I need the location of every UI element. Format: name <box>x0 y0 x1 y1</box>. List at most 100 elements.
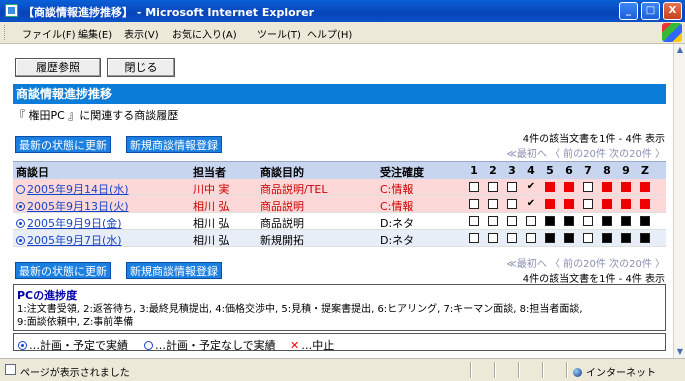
windows-logo-icon <box>662 23 682 42</box>
row-owner: 相川 弘 <box>193 217 230 230</box>
stage-number: 5 <box>546 164 554 177</box>
menu-tools[interactable]: ツール(T) <box>257 26 301 41</box>
history-button[interactable]: 履歴参照 <box>15 58 101 77</box>
status-separator <box>494 362 496 378</box>
stage-number: 8 <box>603 164 611 177</box>
pager-info-bottom: 4件の該当文書を1件 - 4件 表示 <box>522 274 665 285</box>
stage-done-box <box>621 233 631 243</box>
stage-empty-box <box>507 233 517 243</box>
status-text: ページが表示されました <box>20 368 130 379</box>
menu-help[interactable]: ヘルプ(H) <box>307 26 352 41</box>
pager-bottom: ≪最初へ 〈 前の20件 次の20件 〉 4件の該当文書を1件 - 4件 表示 <box>506 255 665 285</box>
stage-empty-box <box>488 216 498 226</box>
maximize-button[interactable]: □ <box>641 2 660 20</box>
stage-empty-box <box>507 182 517 192</box>
stage-number: 4 <box>527 164 535 177</box>
table-row: 2005年9月9日(金) 相川 弘 商品説明 D:ネタ <box>13 213 666 230</box>
row-purpose: 商品説明/TEL <box>260 183 328 196</box>
stage-number: 3 <box>508 164 516 177</box>
header-certainty: 受注確度 <box>380 166 424 179</box>
stage-done-box <box>564 199 574 209</box>
page-content: 履歴参照 閉じる 商談情報進捗推移 『 権田PC 』に関連する商談履歴 最新の状… <box>0 44 673 358</box>
header-owner: 担当者 <box>193 166 226 179</box>
stage-done-box <box>602 199 612 209</box>
row-date-text[interactable]: 2005年9月9日(金) <box>27 217 122 230</box>
section-subtitle: 『 権田PC 』に関連する商談履歴 <box>14 109 179 122</box>
menu-edit[interactable]: 編集(E) <box>78 26 112 41</box>
stage-number: Z <box>641 164 649 177</box>
table-row: 2005年9月14日(水) 川中 実 商品説明/TEL C:情報 ✔ <box>13 179 666 196</box>
menu-file[interactable]: ファイル(F) <box>22 26 76 41</box>
page-done-icon <box>5 364 16 375</box>
stage-number: 9 <box>622 164 630 177</box>
legend-text-1: …計画・予定で実績 <box>29 339 128 352</box>
legend-item-1: …計画・予定で実績 <box>18 337 128 353</box>
row-date-text[interactable]: 2005年9月14日(水) <box>27 183 129 196</box>
stage-done-box <box>621 199 631 209</box>
close-window-button[interactable]: X <box>663 2 682 20</box>
ie-page-icon <box>5 4 18 17</box>
menu-view[interactable]: 表示(V) <box>124 26 159 41</box>
legend-item-2: …計画・予定なしで実績 <box>144 337 276 353</box>
stage-done-box <box>602 233 612 243</box>
cancel-icon: ✕ <box>290 339 300 352</box>
close-button[interactable]: 閉じる <box>107 58 175 77</box>
legend-text-2: …計画・予定なしで実績 <box>155 339 276 352</box>
row-certainty: C:情報 <box>380 200 414 213</box>
stage-done-box <box>545 182 555 192</box>
stage-done-box <box>602 182 612 192</box>
header-purpose: 商談目的 <box>260 166 304 179</box>
stage-done-box <box>621 216 631 226</box>
vertical-scrollbar[interactable]: ▲ ▼ <box>673 44 685 358</box>
row-date-text[interactable]: 2005年9月7日(水) <box>27 234 122 247</box>
stage-done-box <box>640 182 650 192</box>
row-date-link[interactable]: 2005年9月9日(金) <box>16 215 122 231</box>
stage-empty-box <box>583 233 593 243</box>
status-separator <box>470 362 472 378</box>
zone-label: インターネット <box>586 368 656 379</box>
row-purpose: 商品説明 <box>260 217 304 230</box>
row-date-link[interactable]: 2005年9月7日(水) <box>16 232 122 248</box>
planned-done-icon <box>16 202 25 211</box>
stage-empty-box <box>469 199 479 209</box>
stage-empty-box <box>583 199 593 209</box>
new-entry-button-bottom[interactable]: 新規商談情報登録 <box>126 262 222 279</box>
row-certainty: D:ネタ <box>380 217 415 230</box>
refresh-button-bottom[interactable]: 最新の状態に更新 <box>15 262 111 279</box>
header-date[interactable]: 商談日 <box>16 164 49 180</box>
scroll-down-arrow-icon[interactable]: ▼ <box>675 346 685 358</box>
table-header: 商談日 担当者 商談目的 受注確度 1 2 3 4 5 6 7 8 9 Z <box>13 161 666 180</box>
status-separator <box>566 362 568 378</box>
window-title: 【商談情報進捗推移】 - Microsoft Internet Explorer <box>23 6 314 19</box>
stage-empty-box <box>469 233 479 243</box>
planned-done-icon <box>16 236 25 245</box>
pager-nav[interactable]: ≪最初へ 〈 前の20件 次の20件 〉 <box>506 145 665 160</box>
table-row: 2005年9月7日(水) 相川 弘 新規開拓 D:ネタ <box>13 230 666 247</box>
refresh-button[interactable]: 最新の状態に更新 <box>15 136 111 153</box>
stage-empty-box <box>488 199 498 209</box>
stage-empty-box <box>507 199 517 209</box>
stage-done-box <box>640 199 650 209</box>
menu-favorites[interactable]: お気に入り(A) <box>172 26 237 41</box>
planned-done-icon <box>16 219 25 228</box>
pager-nav-bottom[interactable]: ≪最初へ 〈 前の20件 次の20件 〉 <box>506 255 665 270</box>
stage-empty-box <box>526 216 536 226</box>
status-separator <box>518 362 520 378</box>
row-date-text[interactable]: 2005年9月13日(火) <box>27 200 129 213</box>
stage-done-box <box>564 182 574 192</box>
new-entry-button[interactable]: 新規商談情報登録 <box>126 136 222 153</box>
stage-done-box <box>564 233 574 243</box>
row-purpose: 商品説明 <box>260 200 304 213</box>
stage-done-box <box>564 216 574 226</box>
progress-legend-box: PCの進捗度 1:注文書受領, 2:返答待ち, 3:最終見積提出, 4:価格交渉… <box>13 284 666 331</box>
unplanned-done-icon <box>144 341 153 350</box>
row-certainty: C:情報 <box>380 183 414 196</box>
minimize-button[interactable]: _ <box>619 2 638 20</box>
scroll-up-arrow-icon[interactable]: ▲ <box>675 44 685 56</box>
stage-done-box <box>640 233 650 243</box>
security-zone: インターネット <box>573 364 656 379</box>
icon-legend-box: …計画・予定で実績 …計画・予定なしで実績 ✕ …中止 <box>13 333 666 353</box>
row-date-link[interactable]: 2005年9月13日(火) <box>16 198 129 214</box>
title-bar: 【商談情報進捗推移】 - Microsoft Internet Explorer… <box>0 0 685 22</box>
row-date-link[interactable]: 2005年9月14日(水) <box>16 181 129 197</box>
